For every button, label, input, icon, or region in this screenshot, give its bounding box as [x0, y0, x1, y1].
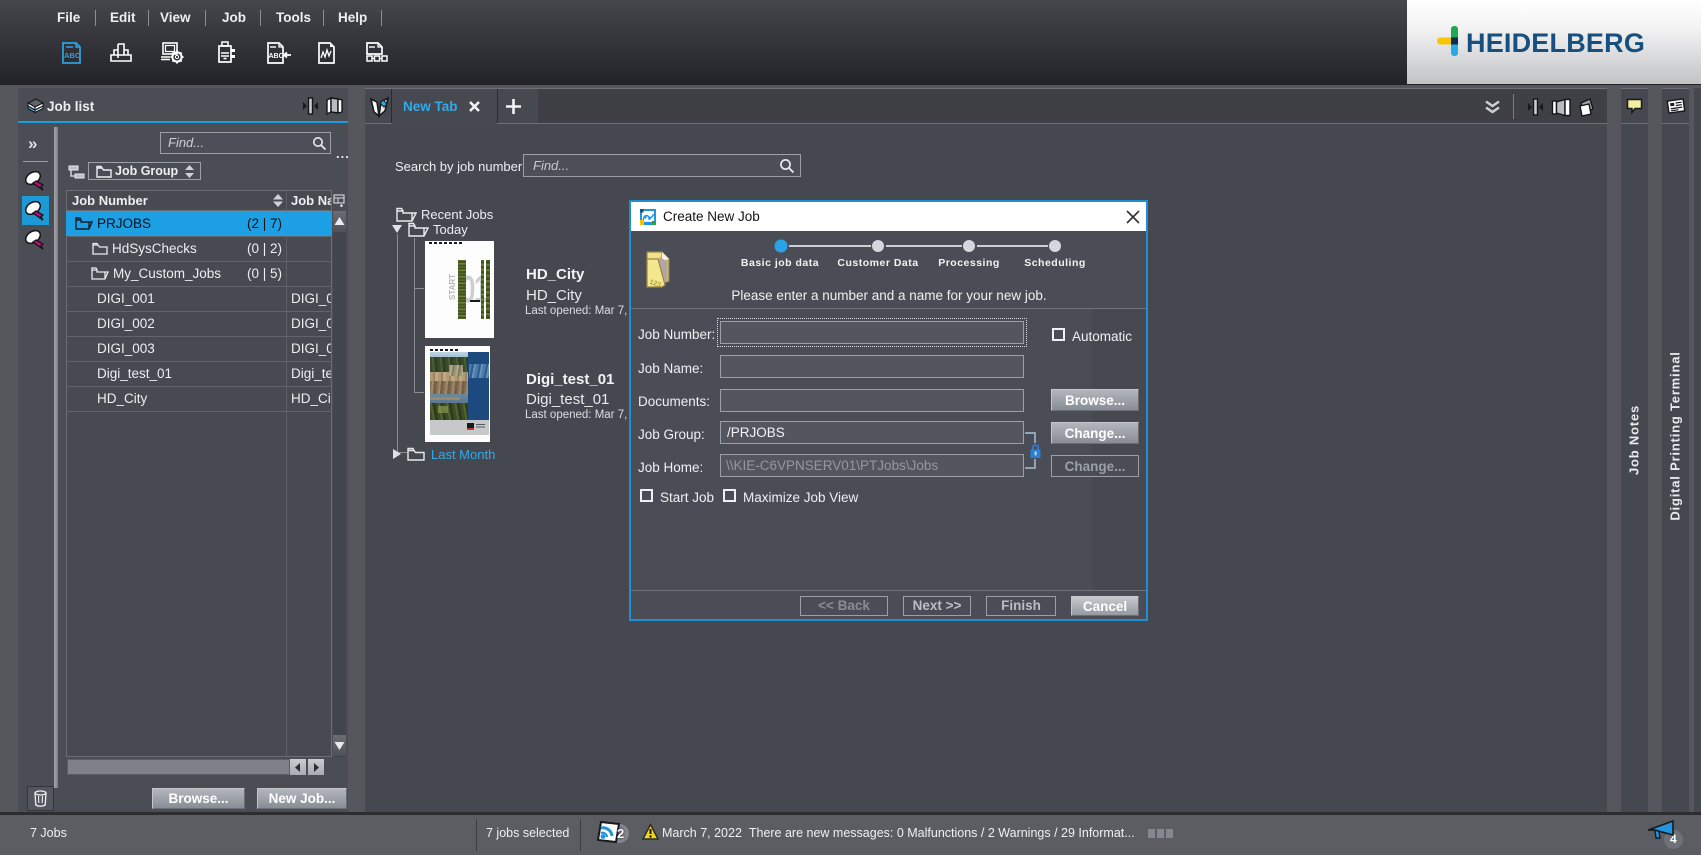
svg-text:HEIDELBERG: HEIDELBERG: [1466, 28, 1645, 58]
svg-text:ABC: ABC: [269, 53, 284, 60]
svg-text:ABC: ABC: [64, 51, 81, 60]
